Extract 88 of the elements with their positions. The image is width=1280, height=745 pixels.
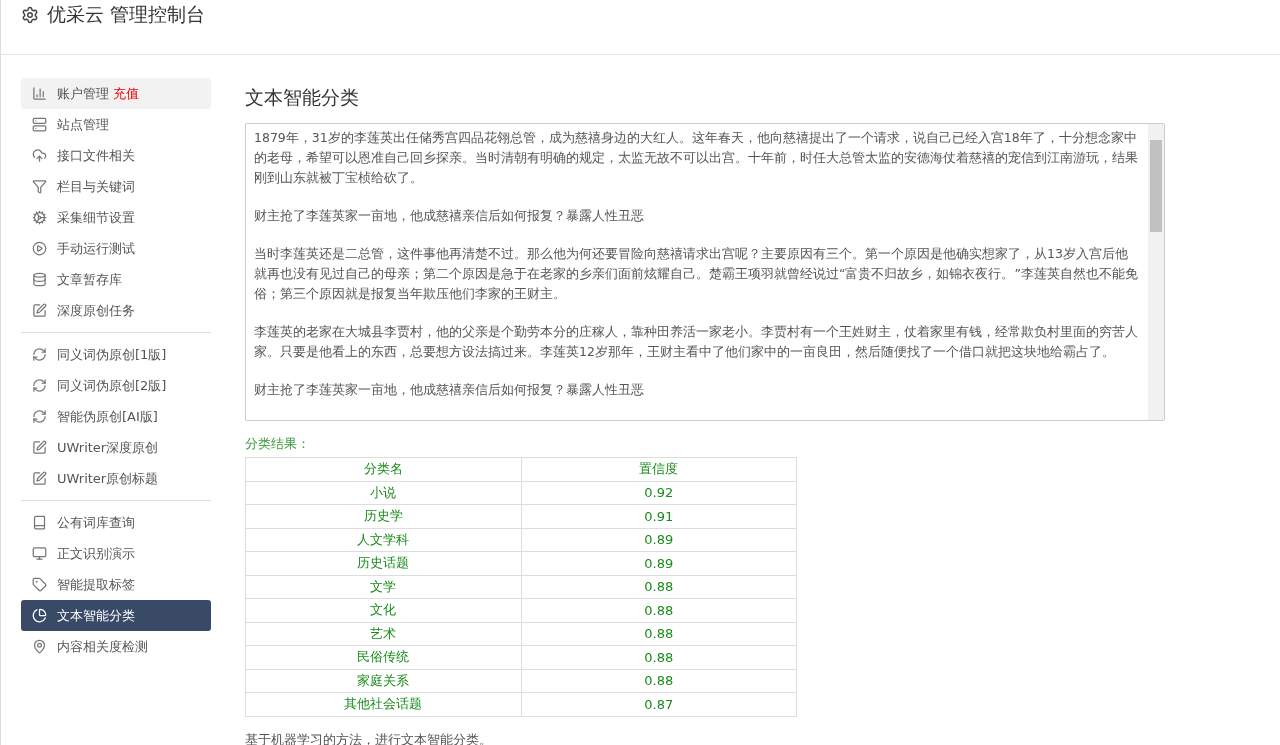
sidebar-label: 接口文件相关: [57, 146, 135, 165]
sidebar-item[interactable]: 栏目与关键词: [21, 171, 211, 202]
article-paragraph: 财主抢了李莲英家一亩地，他成慈禧亲信后如何报复？暴露人性丑恶: [254, 207, 645, 225]
sidebar-label: UWriter深度原创: [57, 438, 159, 457]
table-cell: 民俗传统: [245, 645, 521, 669]
table-cell: 其他社会话题: [245, 692, 521, 716]
table-cell: 艺术: [245, 622, 521, 646]
monitor-icon: [32, 546, 47, 561]
server-icon: [32, 117, 47, 132]
table-cell: 0.88: [521, 622, 797, 646]
gears-icon: [32, 210, 47, 225]
page-title: 文本智能分类: [245, 85, 360, 110]
table-cell: 文化: [245, 598, 521, 622]
article-textarea[interactable]: [245, 123, 1165, 421]
sidebar-item[interactable]: UWriter原创标题: [21, 463, 211, 494]
article-paragraph: 1879年，31岁的李莲英出任储秀宫四品花翎总管，成为慈禧身边的大红人。这年春天，他向慈禧提出了一个请求，说自己已经入宫18年了，十分想念家中的老母，希望可以恩准自己回乡探亲。当时清朝有明确的规定，太监无故不可以出宫。十年前，时任大总管太监的安德海仗着慈禧的宠信到江南游玩，结果刚到山东就被丁宝桢给砍了。: [254, 129, 1139, 187]
sidebar-item[interactable]: UWriter深度原创: [21, 432, 211, 463]
edit-icon: [32, 303, 47, 318]
table-cell: 0.91: [521, 504, 797, 528]
sidebar-label: 正文识别演示: [57, 544, 135, 563]
sidebar-item[interactable]: 账户管理 充值: [21, 78, 211, 109]
settings-icon: [21, 6, 39, 24]
play-icon: [32, 241, 47, 256]
sidebar-item[interactable]: 深度原创任务: [21, 295, 211, 326]
app-title: 优采云 管理控制台: [47, 2, 206, 27]
sidebar-label: 站点管理: [57, 115, 109, 134]
refresh-icon: [32, 347, 47, 362]
sidebar-label: 栏目与关键词: [57, 177, 135, 196]
sidebar-item[interactable]: 公有词库查询: [21, 507, 211, 538]
sidebar-item[interactable]: 智能提取标签: [21, 569, 211, 600]
scrollbar[interactable]: [1148, 124, 1164, 420]
table-cell: 0.89: [521, 528, 797, 552]
description-text: 基于机器学习的方法，进行文本智能分类。: [245, 730, 493, 745]
sidebar-label: 内容相关度检测: [57, 637, 148, 656]
table-cell: 0.88: [521, 669, 797, 693]
sidebar-label: 文本智能分类: [57, 606, 135, 625]
bar-chart-icon: [32, 86, 47, 101]
table-cell: 0.87: [521, 692, 797, 716]
sidebar-label: 账户管理 充值: [57, 84, 139, 103]
table-cell: 历史学: [245, 504, 521, 528]
sidebar-label: 采集细节设置: [57, 208, 135, 227]
sidebar-label: 同义词伪原创[1版]: [57, 345, 167, 364]
table-cell: 历史话题: [245, 551, 521, 575]
sidebar-label: 文章暂存库: [57, 270, 122, 289]
sidebar-item[interactable]: 文章暂存库: [21, 264, 211, 295]
database-icon: [32, 272, 47, 287]
sidebar-item[interactable]: 正文识别演示: [21, 538, 211, 569]
sidebar-label: UWriter原创标题: [57, 469, 159, 488]
sidebar-item[interactable]: 文本智能分类: [21, 600, 211, 631]
table-cell: 小说: [245, 481, 521, 505]
sidebar-item[interactable]: 接口文件相关: [21, 140, 211, 171]
table-cell: 文学: [245, 575, 521, 599]
pie-chart-icon: [32, 608, 47, 623]
article-paragraph: 李莲英的老家在大城县李贾村，他的父亲是个勤劳本分的庄稼人，靠种田养活一家老小。李贾村有一个王姓财主，仗着家里有钱，经常欺负村里面的穷苦人家。只要是他看上的东西，总要想方设法搞过来。李莲英12岁那年，王财主看中了他们家中的一亩良田，然后随便找了一个借口就把这块地给霸占了。: [254, 323, 1139, 361]
table-cell: 家庭关系: [245, 669, 521, 693]
pin-icon: [32, 639, 47, 654]
sidebar-item[interactable]: 内容相关度检测: [21, 631, 211, 662]
sidebar-item[interactable]: 同义词伪原创[2版]: [21, 370, 211, 401]
cloud-upload-icon: [32, 148, 47, 163]
refresh-icon: [32, 378, 47, 393]
table-cell: 0.92: [521, 481, 797, 505]
filter-icon: [32, 179, 47, 194]
tag-icon: [32, 577, 47, 592]
article-paragraph: 当时李莲英还是二总管，这件事他再清楚不过。那么他为何还要冒险向慈禧请求出宫呢？主要原因有三个。第一个原因是他确实想家了，从13岁入宫后他就再也没有见过自己的母亲；第二个原因是急于在老家的乡亲们面前炫耀自己。楚霸王项羽就曾经说过“富贵不归故乡，如锦衣夜行。”李莲英自然也不能免俗；第三个原因就是报复当年欺压他们李家的王财主。: [254, 245, 1139, 303]
column-header: 分类名: [245, 457, 521, 481]
sidebar-label: 手动运行测试: [57, 239, 135, 258]
sidebar-label: 智能提取标签: [57, 575, 135, 594]
sidebar-label: 深度原创任务: [57, 301, 135, 320]
book-icon: [32, 515, 47, 530]
edit-icon: [32, 471, 47, 486]
edit-icon: [32, 440, 47, 455]
article-paragraph: 财主抢了李莲英家一亩地，他成慈禧亲信后如何报复？暴露人性丑恶: [254, 381, 645, 399]
table-cell: 人文学科: [245, 528, 521, 552]
table-cell: 0.88: [521, 598, 797, 622]
sidebar-label: 同义词伪原创[2版]: [57, 376, 167, 395]
table-cell: 0.88: [521, 645, 797, 669]
refresh-icon: [32, 409, 47, 424]
sidebar-label: 公有词库查询: [57, 513, 135, 532]
table-cell: 0.89: [521, 551, 797, 575]
column-header: 置信度: [521, 457, 797, 481]
sidebar-item[interactable]: 手动运行测试: [21, 233, 211, 264]
sidebar-item[interactable]: 采集细节设置: [21, 202, 211, 233]
sidebar-label: 智能伪原创[AI版]: [57, 407, 158, 426]
sidebar-item[interactable]: 智能伪原创[AI版]: [21, 401, 211, 432]
result-label: 分类结果：: [245, 435, 311, 453]
sidebar-item[interactable]: 站点管理: [21, 109, 211, 140]
table-cell: 0.88: [521, 575, 797, 599]
sidebar-item[interactable]: 同义词伪原创[1版]: [21, 339, 211, 370]
